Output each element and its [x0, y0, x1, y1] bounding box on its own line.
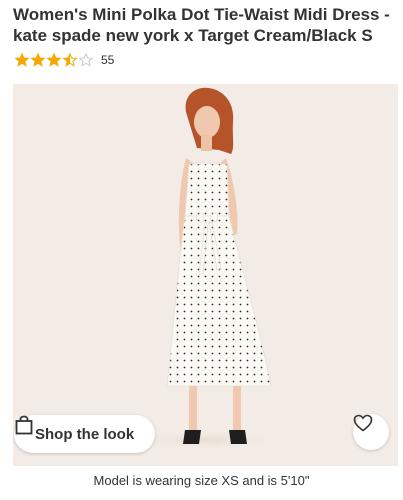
shopping-bag-icon: [15, 415, 33, 435]
star-empty-icon: [79, 53, 93, 67]
review-count[interactable]: 55: [101, 53, 114, 67]
rating-stars: [15, 53, 93, 67]
model-size-note: Model is wearing size XS and is 5'10": [93, 473, 310, 488]
shop-the-look-button[interactable]: Shop the look: [14, 415, 155, 453]
model-photo-illustration: [123, 87, 283, 450]
star-full-icon: [47, 53, 61, 67]
star-half-icon: [63, 53, 77, 67]
product-image[interactable]: Shop the look: [13, 84, 398, 466]
heart-outline-icon: [353, 414, 373, 432]
favorite-button[interactable]: [353, 414, 389, 450]
product-rating[interactable]: 55: [15, 51, 114, 69]
star-full-icon: [15, 53, 29, 67]
shop-the-look-label: Shop the look: [35, 425, 135, 443]
star-full-icon: [31, 53, 45, 67]
product-title: Women's Mini Polka Dot Tie-Waist Midi Dr…: [13, 5, 390, 45]
